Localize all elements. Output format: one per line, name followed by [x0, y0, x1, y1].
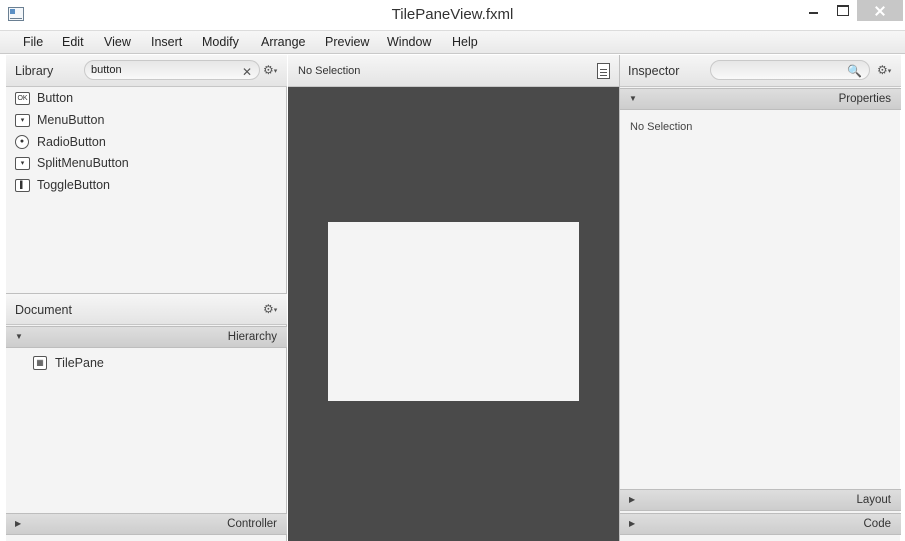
expand-triangle-icon: ▶ [629, 519, 636, 528]
expand-triangle-icon: ▶ [629, 495, 636, 504]
code-section[interactable]: ▶ Code [620, 513, 901, 535]
library-gear-icon[interactable]: ⚙▾ [263, 63, 277, 77]
content-panel: No Selection [288, 55, 619, 541]
library-search-input[interactable]: button ✕ [84, 60, 260, 80]
close-button[interactable] [857, 0, 903, 21]
menu-file[interactable]: File [23, 35, 43, 49]
document-gear-icon[interactable]: ⚙▾ [263, 302, 277, 316]
document-icon[interactable] [597, 63, 610, 79]
menu-bar: File Edit View Insert Modify Arrange Pre… [0, 30, 905, 54]
controller-section[interactable]: ▶ Controller [6, 513, 287, 535]
tile-pane-icon: ▦ [33, 356, 47, 370]
menu-insert[interactable]: Insert [151, 35, 182, 49]
properties-label: Properties [838, 93, 891, 105]
inspector-gear-icon[interactable]: ⚙▾ [877, 63, 891, 77]
library-title: Library [15, 64, 54, 78]
search-icon: 🔍 [847, 64, 862, 78]
code-label: Code [863, 518, 892, 530]
menu-window[interactable]: Window [387, 35, 431, 49]
minimize-button[interactable] [799, 0, 829, 21]
content-header: No Selection [288, 55, 619, 87]
inspector-search-input[interactable]: 🔍 [710, 60, 870, 80]
hierarchy-section[interactable]: ▼ Hierarchy [6, 326, 287, 348]
layout-label: Layout [856, 494, 891, 506]
collapse-triangle-icon: ▼ [15, 332, 23, 341]
hierarchy-label: Hierarchy [227, 331, 277, 343]
inspector-panel: Inspector 🔍 ⚙▾ ▼ Properties No Selection… [619, 55, 901, 541]
properties-section[interactable]: ▼ Properties [620, 88, 901, 110]
radio-button-icon: ● [15, 135, 29, 149]
library-item-label: MenuButton [37, 113, 105, 127]
menu-button-icon: ▾ [15, 114, 30, 127]
document-title: Document [15, 303, 72, 317]
maximize-button[interactable] [828, 0, 858, 21]
controller-label: Controller [227, 518, 277, 530]
menu-help[interactable]: Help [452, 35, 478, 49]
menu-modify[interactable]: Modify [202, 35, 239, 49]
library-item-label: Button [37, 91, 74, 105]
layout-section[interactable]: ▶ Layout [620, 489, 901, 511]
collapse-triangle-icon: ▼ [629, 94, 637, 103]
inspector-title: Inspector [628, 64, 680, 78]
menu-arrange[interactable]: Arrange [261, 35, 305, 49]
library-header: Library button ✕ ⚙▾ [6, 55, 287, 87]
window-title: TilePaneView.fxml [391, 6, 514, 23]
button-icon: OK [15, 92, 30, 105]
toggle-button-icon: ▌ [15, 179, 30, 192]
tile-pane-canvas[interactable] [328, 222, 579, 401]
menu-preview[interactable]: Preview [325, 35, 369, 49]
split-menu-button-icon: ▾ [15, 157, 30, 170]
expand-triangle-icon: ▶ [15, 519, 22, 528]
library-item-label: RadioButton [37, 135, 106, 149]
library-search-value: button [91, 64, 122, 76]
inspector-no-selection: No Selection [630, 121, 693, 133]
inspector-header: Inspector 🔍 ⚙▾ [620, 55, 901, 87]
library-item-label: SplitMenuButton [37, 156, 129, 170]
menu-edit[interactable]: Edit [62, 35, 84, 49]
selection-text: No Selection [298, 65, 361, 77]
left-panel: Library button ✕ ⚙▾ OK Button ▾ MenuButt… [6, 55, 287, 541]
title-bar: TilePaneView.fxml [0, 0, 905, 30]
clear-search-icon[interactable]: ✕ [242, 63, 252, 81]
document-header: Document ⚙▾ [6, 293, 287, 325]
menu-view[interactable]: View [104, 35, 131, 49]
tree-item-label: TilePane [55, 356, 104, 370]
library-item-label: ToggleButton [37, 178, 110, 192]
